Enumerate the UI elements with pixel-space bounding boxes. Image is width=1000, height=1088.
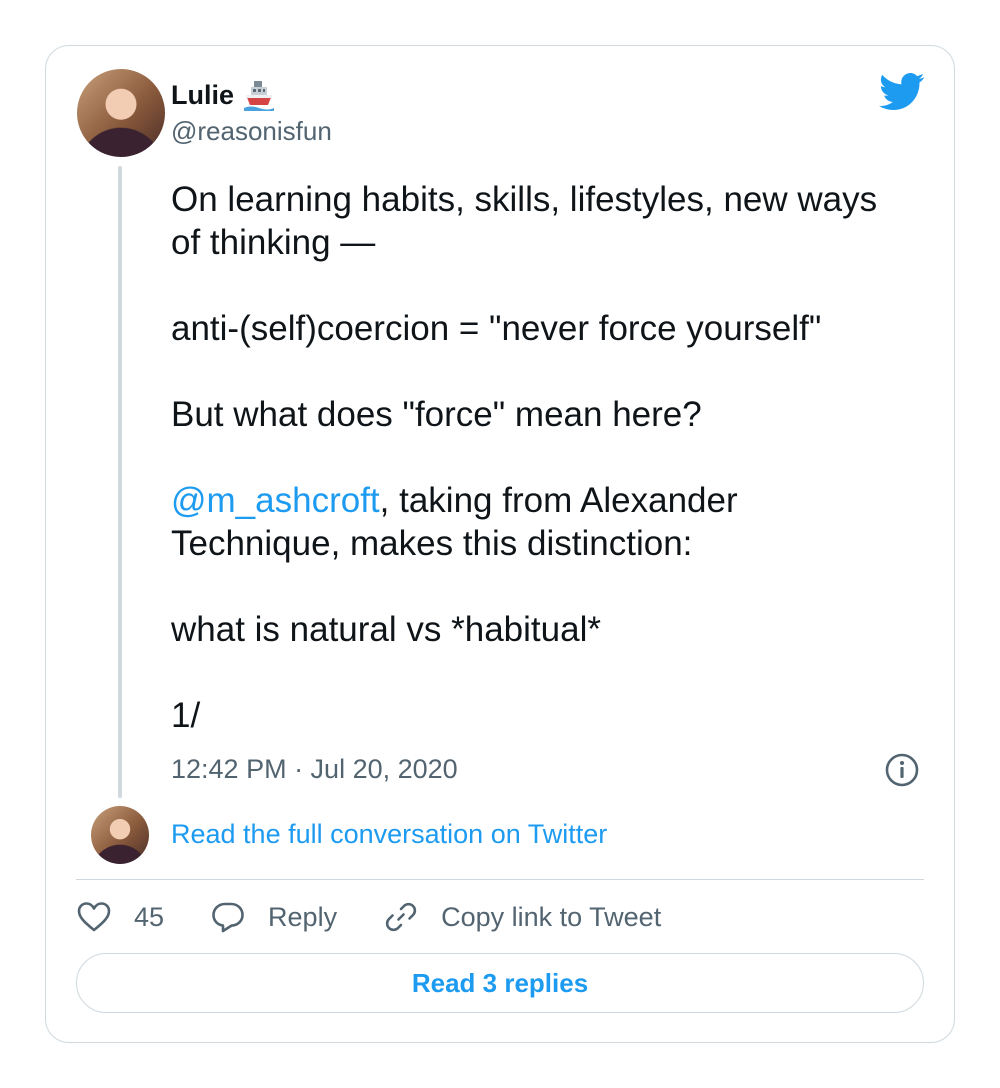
read-replies-button[interactable]: Read 3 replies <box>76 953 924 1013</box>
thread-line <box>118 166 122 798</box>
read-conversation-link[interactable]: Read the full conversation on Twitter <box>171 819 607 850</box>
tweet-blank-line <box>171 264 931 307</box>
tweet-paragraph: what is natural vs *habitual* <box>171 608 931 651</box>
tweet-blank-line <box>171 350 931 393</box>
reply-bubble-icon <box>212 902 244 933</box>
author-name-text: Lulie <box>171 79 235 110</box>
author-handle[interactable]: @reasonisfun <box>171 116 332 147</box>
tweet-text: On learning habits, skills, lifestyles, … <box>171 178 931 737</box>
tweet-line: anti-(self)coercion = "never force yours… <box>171 309 822 348</box>
copy-link-button[interactable]: Copy link to Tweet <box>383 899 661 935</box>
link-icon <box>385 902 417 932</box>
tweet-paragraph: anti-(self)coercion = "never force yours… <box>171 307 931 350</box>
tweet-blank-line <box>171 651 931 694</box>
mention-link[interactable]: @m_ashcroft <box>171 481 380 520</box>
tweet-line: Technique, makes this distinction: <box>171 524 693 563</box>
tweet-line: But what does "force" mean here? <box>171 395 702 434</box>
tweet-paragraph: On learning habits, skills, lifestyles, … <box>171 178 931 264</box>
copy-link-label: Copy link to Tweet <box>441 901 662 932</box>
tweet-line: of thinking — <box>171 223 376 262</box>
ship-icon <box>244 81 275 111</box>
heart-icon <box>77 902 111 932</box>
tweet-line: what is natural vs *habitual* <box>171 610 601 649</box>
reply-label: Reply <box>268 901 338 932</box>
tweet-paragraph: @m_ashcroft, taking from Alexander Techn… <box>171 479 931 565</box>
tweet-line: On learning habits, skills, lifestyles, … <box>171 180 878 219</box>
tweet-timestamp[interactable]: 12:42 PM · Jul 20, 2020 <box>171 754 458 785</box>
reply-button[interactable]: Reply <box>210 899 337 935</box>
tweet-paragraph: 1/ <box>171 694 931 737</box>
action-bar: 45 Reply Copy link to Tweet <box>76 894 707 940</box>
conversation-avatar[interactable] <box>91 806 149 864</box>
author-avatar[interactable] <box>77 69 165 157</box>
like-count: 45 <box>134 901 165 932</box>
info-icon[interactable] <box>884 752 920 788</box>
tweet-paragraph: But what does "force" mean here? <box>171 393 931 436</box>
twitter-logo-icon[interactable] <box>879 72 925 112</box>
tweet-line: , taking from Alexander <box>379 481 738 520</box>
tweet-card: Lulie @reasonisfun On learning habits, s… <box>45 45 955 1043</box>
author-name[interactable]: Lulie <box>171 78 276 112</box>
tweet-blank-line <box>171 565 931 608</box>
tweet-blank-line <box>171 436 931 479</box>
like-button[interactable]: 45 <box>76 899 164 935</box>
divider <box>76 879 924 880</box>
tweet-line: 1/ <box>171 696 201 735</box>
